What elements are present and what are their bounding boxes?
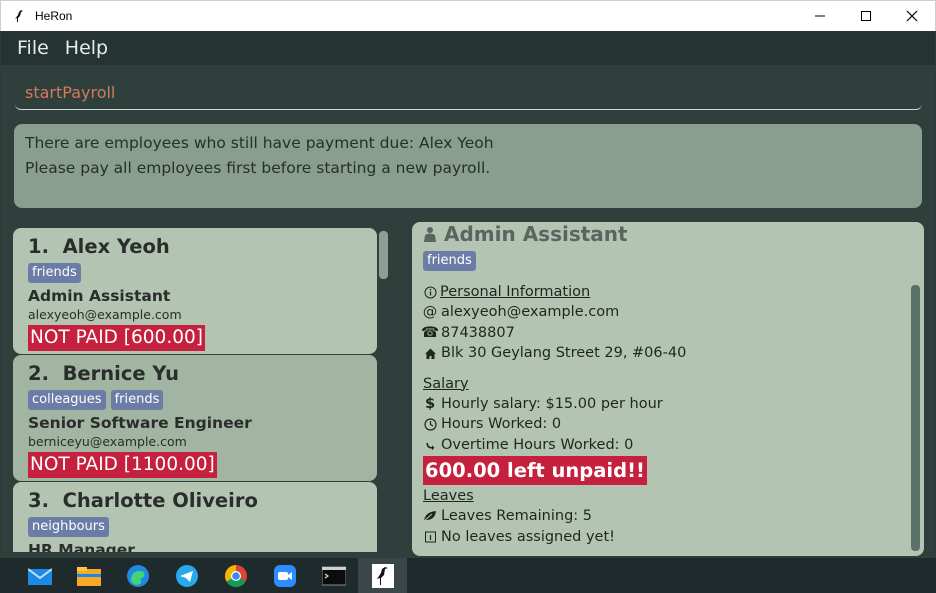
employee-email: alexyeoh@example.com <box>28 307 182 322</box>
mail-icon[interactable] <box>15 558 64 593</box>
employee-role: HR Manager <box>28 541 135 552</box>
close-icon[interactable] <box>889 1 935 32</box>
menu-help[interactable]: Help <box>57 37 116 59</box>
window-title-bar: HeRon <box>0 0 936 31</box>
info-icon <box>423 285 437 299</box>
hourly-salary-row: $ Hourly salary: $15.00 per hour <box>424 395 663 412</box>
payment-status-badge: NOT PAID [600.00] <box>28 325 205 351</box>
result-display: There are employees who still have payme… <box>14 124 922 208</box>
employee-detail-panel: Admin Assistant friends Personal Informa… <box>412 222 924 556</box>
employee-list[interactable]: 1. Alex Yeoh friends Admin Assistant ale… <box>13 228 389 552</box>
leaves-header: Leaves <box>423 488 474 504</box>
detail-phone-row: ☎ 87438807 <box>420 324 515 341</box>
window-title: HeRon <box>35 9 73 23</box>
taskbar <box>0 558 936 593</box>
detail-address-row: Blk 30 Geylang Street 29, #06-40 <box>423 343 913 364</box>
heron-icon[interactable] <box>358 558 407 593</box>
employee-name: 1. Alex Yeoh <box>28 235 170 258</box>
home-icon <box>423 346 437 360</box>
tag-badge: friends <box>110 390 164 410</box>
person-icon <box>423 227 437 242</box>
employee-name: 3. Charlotte Oliveiro <box>28 489 258 512</box>
chrome-icon[interactable] <box>211 558 260 593</box>
employee-card[interactable]: 3. Charlotte Oliveiro neighbours HR Mana… <box>13 482 377 552</box>
result-line-2: Please pay all employees first before st… <box>25 159 491 177</box>
menu-bar: File Help <box>1 31 935 65</box>
personal-info-header: Personal Information <box>423 282 913 302</box>
main-area: startPayroll There are employees who sti… <box>1 65 935 558</box>
heron-app-icon <box>11 8 27 24</box>
salary-header: Salary <box>423 375 469 392</box>
detail-tag-badge: friends <box>423 251 476 271</box>
result-line-1: There are employees who still have payme… <box>25 134 494 152</box>
file-explorer-icon[interactable] <box>64 558 113 593</box>
clock-icon <box>423 417 437 431</box>
detail-scrollbar[interactable] <box>911 285 920 551</box>
at-icon: @ <box>422 304 438 320</box>
detail-email-row: @ alexyeoh@example.com <box>422 304 620 320</box>
list-scrollbar[interactable] <box>379 231 388 551</box>
tag-badge: friends <box>28 263 81 283</box>
payment-status-badge: NOT PAID [1100.00] <box>28 452 217 478</box>
telegram-icon[interactable] <box>162 558 211 593</box>
unpaid-amount-badge: 600.00 left unpaid!! <box>423 456 647 485</box>
edge-icon[interactable] <box>113 558 162 593</box>
employee-role: Senior Software Engineer <box>28 414 252 432</box>
command-input[interactable]: startPayroll <box>15 75 922 110</box>
list-scrollbar-thumb[interactable] <box>379 231 388 279</box>
employee-card[interactable]: 2. Bernice Yu colleagues friends Senior … <box>13 355 377 481</box>
employee-name: 2. Bernice Yu <box>28 362 179 385</box>
leaves-remaining-row: Leaves Remaining: 5 <box>423 506 913 527</box>
maximize-icon[interactable] <box>843 1 889 32</box>
employee-card[interactable]: 1. Alex Yeoh friends Admin Assistant ale… <box>13 228 377 354</box>
calendar-icon <box>423 530 437 544</box>
dollar-icon: $ <box>424 395 436 412</box>
employee-role: Admin Assistant <box>28 287 171 305</box>
hours-worked-row: Hours Worked: 0 <box>423 414 913 435</box>
detail-role: Admin Assistant <box>444 222 628 246</box>
overtime-row: Overtime Hours Worked: 0 <box>423 435 913 456</box>
command-text[interactable]: startPayroll <box>25 83 115 102</box>
employee-email: berniceyu@example.com <box>28 434 187 449</box>
minimize-icon[interactable] <box>797 1 843 32</box>
phone-icon: ☎ <box>420 324 440 341</box>
menu-file[interactable]: File <box>9 37 57 59</box>
leaf-icon <box>423 509 437 523</box>
tag-badge: colleagues <box>28 390 106 410</box>
overtime-arrow-icon <box>423 438 437 452</box>
terminal-icon[interactable] <box>309 558 358 593</box>
tag-badge: neighbours <box>28 517 109 537</box>
zoom-icon[interactable] <box>260 558 309 593</box>
leaves-assigned-row: No leaves assigned yet! <box>423 527 913 548</box>
